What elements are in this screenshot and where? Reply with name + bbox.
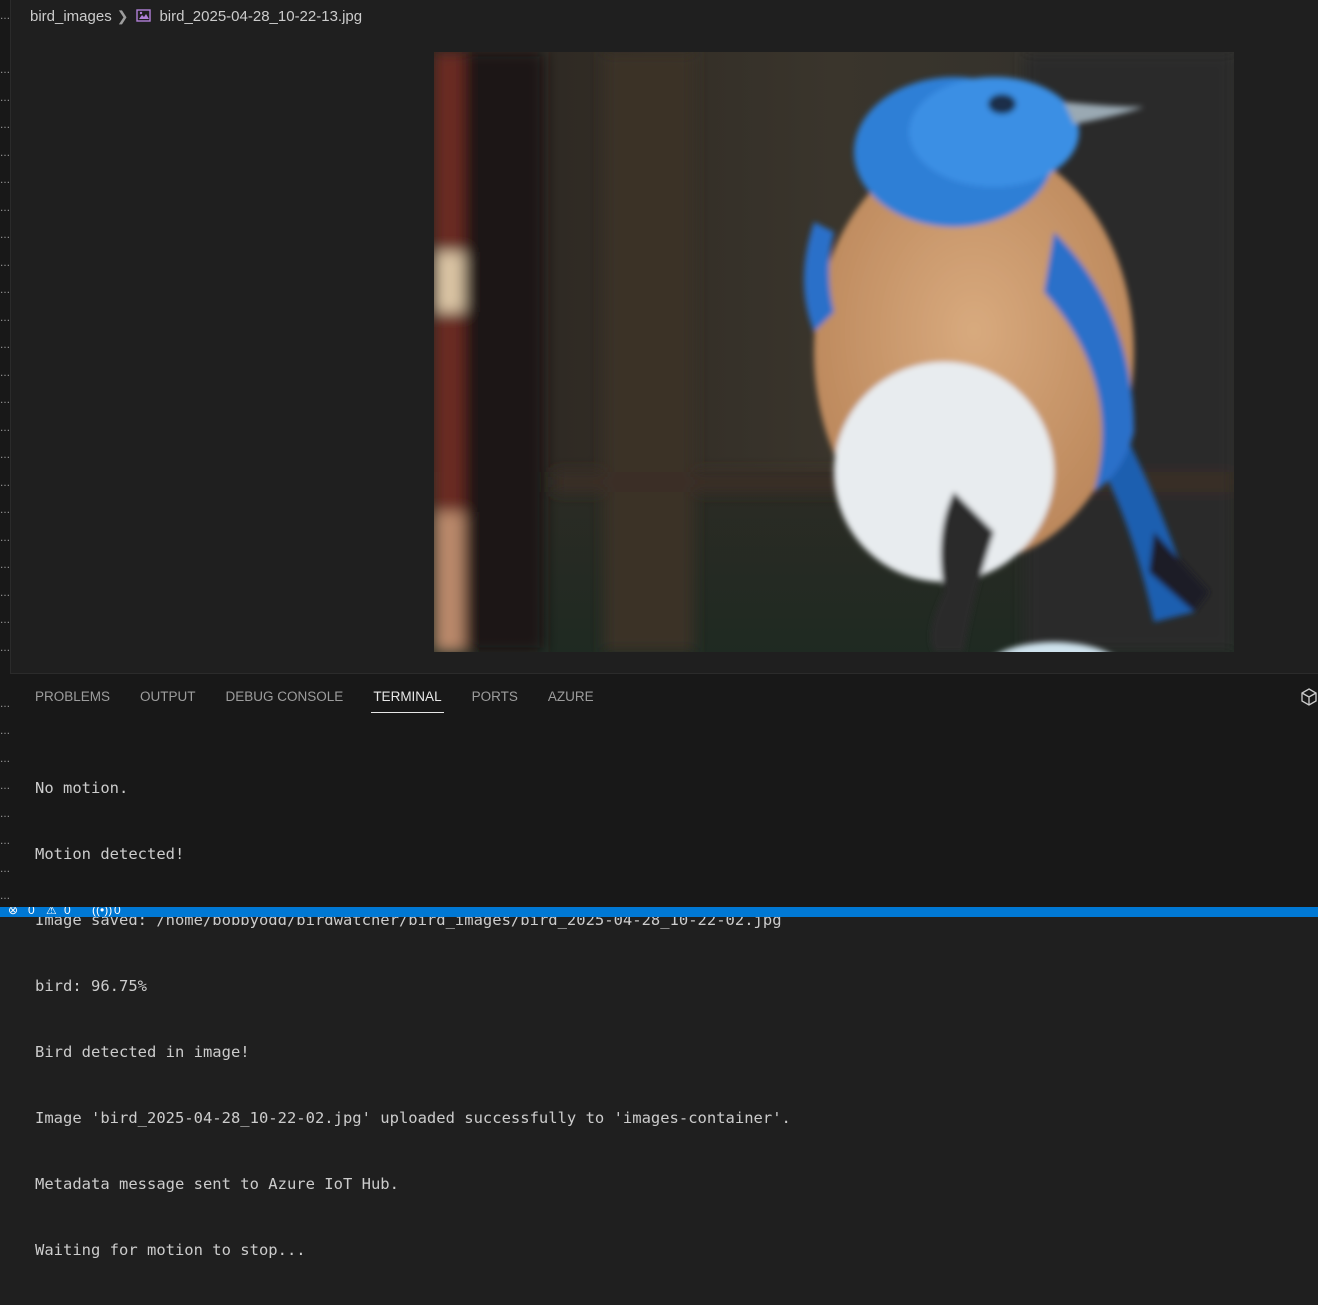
ellipsis-icon: … (0, 782, 10, 792)
breadcrumb-folder[interactable]: bird_images (30, 8, 112, 25)
ellipsis-icon: … (0, 892, 10, 902)
ellipsis-icon: … (0, 176, 10, 186)
chevron-right-icon: ❯ (116, 7, 129, 24)
tab-problems[interactable]: PROBLEMS (35, 684, 110, 710)
ellipsis-icon: … (0, 755, 10, 765)
terminal-line: Motion detected! (35, 845, 185, 863)
ellipsis-icon: … (0, 396, 10, 406)
tab-terminal[interactable]: TERMINAL (371, 684, 444, 713)
ports-count[interactable]: 0 (114, 907, 121, 917)
terminal-line: bird: 96.75% (35, 977, 147, 995)
ellipsis-icon: … (0, 506, 10, 516)
breadcrumb-file[interactable]: bird_2025-04-28_10-22-13.jpg (159, 8, 362, 25)
cube-icon[interactable] (1300, 688, 1318, 706)
tab-debug-console[interactable]: DEBUG CONSOLE (226, 684, 344, 710)
ellipsis-icon: … (0, 369, 10, 379)
terminal-line: Bird detected in image! (35, 1043, 250, 1061)
ellipsis-icon: … (0, 644, 10, 654)
warning-count[interactable]: 0 (64, 907, 71, 917)
tab-azure[interactable]: AZURE (548, 684, 594, 710)
ellipsis-icon: … (0, 341, 10, 351)
ellipsis-icon: … (0, 616, 10, 626)
ellipsis-icon: … (0, 12, 10, 22)
ellipsis-icon: … (0, 121, 10, 131)
ellipsis-icon: … (0, 66, 10, 76)
error-count[interactable]: 0 (28, 907, 35, 917)
ellipsis-icon: … (0, 204, 10, 214)
terminal-line: Image 'bird_2025-04-28_10-22-02.jpg' upl… (35, 1109, 791, 1127)
ellipsis-icon: … (0, 865, 10, 875)
ellipsis-icon: … (0, 727, 10, 737)
status-bar: ⊗ 0 ⚠ 0 ((•)) 0 (0, 907, 1318, 917)
terminal-line: Metadata message sent to Azure IoT Hub. (35, 1175, 399, 1193)
terminal-line: No motion. (35, 779, 129, 797)
ellipsis-icon: … (0, 451, 10, 461)
ellipsis-icon: … (0, 534, 10, 544)
breadcrumb: bird_images ❯ bird_2025-04-28_10-22-13.j… (30, 5, 362, 27)
panel-tab-bar: PROBLEMS OUTPUT DEBUG CONSOLE TERMINAL P… (10, 674, 624, 720)
terminal-line: Waiting for motion to stop... (35, 1241, 306, 1259)
ellipsis-icon: … (0, 259, 10, 269)
ellipsis-icon: … (0, 424, 10, 434)
error-icon[interactable]: ⊗ (8, 907, 18, 917)
tab-output[interactable]: OUTPUT (140, 684, 196, 710)
warning-icon[interactable]: ⚠ (46, 907, 57, 917)
broadcast-icon[interactable]: ((•)) (92, 907, 112, 917)
ellipsis-icon: … (0, 286, 10, 296)
ellipsis-icon: … (0, 314, 10, 324)
ellipsis-icon: … (0, 700, 10, 710)
ellipsis-icon: … (0, 837, 10, 847)
bottom-panel: PROBLEMS OUTPUT DEBUG CONSOLE TERMINAL P… (10, 673, 1318, 1259)
ellipsis-icon: … (0, 479, 10, 489)
tab-ports[interactable]: PORTS (472, 684, 518, 710)
ellipsis-icon: … (0, 589, 10, 599)
ellipsis-icon: … (0, 810, 10, 820)
ellipsis-icon: … (0, 231, 10, 241)
image-file-icon (136, 9, 152, 23)
ellipsis-icon: … (0, 561, 10, 571)
ellipsis-icon: … (0, 149, 10, 159)
bird-image-preview (434, 52, 1234, 652)
ellipsis-icon: … (0, 94, 10, 104)
terminal-output[interactable]: No motion. Motion detected! Image saved:… (35, 733, 1318, 1305)
